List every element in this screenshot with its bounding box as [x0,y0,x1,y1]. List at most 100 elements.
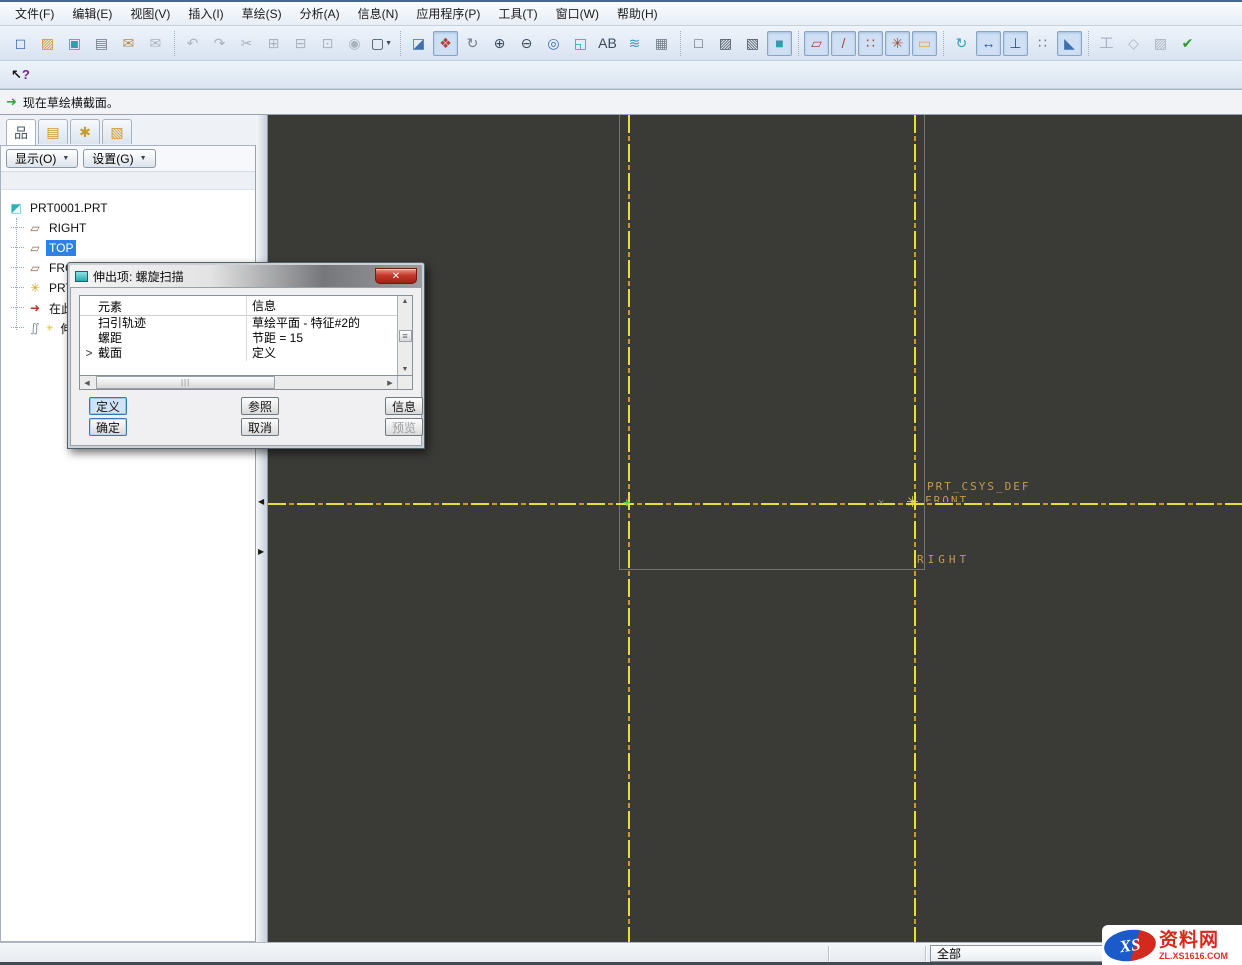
grid-display-button[interactable]: ∷ [1030,31,1055,56]
wireframe-button[interactable]: □ [686,31,711,56]
element-name: 扫引轨迹 [98,316,246,331]
shaded-icon: ■ [775,36,783,50]
refit-button[interactable]: ↻ [460,31,485,56]
tag-display-button[interactable]: ▭ [912,31,937,56]
axis-display-button[interactable]: / [831,31,856,56]
select-box-button[interactable]: ▢▼ [369,31,394,56]
print-button[interactable]: ▤ [89,31,114,56]
vertical-scrollbar[interactable]: ▲ ≡ ▼ [397,296,412,375]
sketch-view-button[interactable]: ◪ [406,31,431,56]
menu-sketch[interactable]: 草绘(S) [233,2,291,25]
menu-insert[interactable]: 插入(I) [179,2,232,25]
toolbar-group-display-style: □▨▧ ■ [680,31,796,56]
sketch-orient-icon: ↻ [956,36,968,50]
tab-connections[interactable]: ▧ [102,119,132,144]
stray-x-marker: × [878,498,884,509]
scroll-right-icon[interactable]: ▶ [383,379,397,387]
menu-view[interactable]: 视图(V) [121,2,179,25]
menu-edit[interactable]: 编辑(E) [63,2,121,25]
dialog-table-row[interactable]: 螺距节距 = 15 [80,331,397,346]
tree-item-label: RIGHT [46,220,89,236]
open-file-button[interactable]: ▨ [35,31,60,56]
no-hidden-button[interactable]: ▧ [740,31,765,56]
hidden-line-button[interactable]: ▨ [713,31,738,56]
datum-plane-icon: ▱ [28,261,42,275]
menubar: 文件(F)编辑(E)视图(V)插入(I)草绘(S)分析(A)信息(N)应用程序(… [0,2,1242,26]
scroll-down-icon[interactable]: ▼ [402,364,409,375]
dialog-table-row[interactable]: >截面定义 [80,346,397,361]
settings-dropdown[interactable]: 设置(G) ▼ [83,149,155,168]
status-bar: 全部 [0,942,1242,965]
show-dropdown-label: 显示(O) [15,150,56,167]
dialog-titlebar[interactable]: 伸出项: 螺旋扫描 ✕ [70,265,422,287]
tree-item-part[interactable]: ◩PRT0001.PRT [1,198,255,218]
info-button[interactable]: 信息 [385,397,423,415]
zoom-window-button[interactable]: ◎ [541,31,566,56]
scroll-up-icon[interactable]: ▲ [402,296,409,307]
menu-window[interactable]: 窗口(W) [547,2,608,25]
reorient-button[interactable]: ◱ [568,31,593,56]
watermark: XS 资料网 ZL.XS1616.COM [1102,925,1242,965]
settings-dropdown-label: 设置(G) [92,150,133,167]
menu-applications[interactable]: 应用程序(P) [407,2,489,25]
tab-favorites[interactable]: ✱ [70,119,100,144]
menu-analysis[interactable]: 分析(A) [291,2,349,25]
menu-help[interactable]: 帮助(H) [608,2,667,25]
zoom-in-button[interactable]: ⊕ [487,31,512,56]
undo-icon: ↶ [187,36,199,50]
vscroll-thumb[interactable]: ≡ [399,330,412,342]
dialog-table-row[interactable]: 扫引轨迹草绘平面 - 特征#2的 [80,316,397,331]
show-dropdown[interactable]: 显示(O) ▼ [6,149,78,168]
close-button[interactable]: ✕ [375,268,417,284]
menu-file[interactable]: 文件(F) [6,2,63,25]
sketch-orient-button[interactable]: ↻ [949,31,974,56]
zoom-out-button[interactable]: ⊖ [514,31,539,56]
cut-button: ✂ [234,31,259,56]
element-info: 草绘平面 - 特征#2的 [246,316,397,331]
dialog-buttons: 定义 确定 参照 取消 信息 预览 [79,397,413,439]
point-display-button[interactable]: ∷ [858,31,883,56]
hscroll-track[interactable]: ||| [94,376,383,389]
horizontal-scrollbar[interactable]: ◀ ||| ▶ [79,375,413,390]
toolbar-group-edit: ↶↷✂⊞⊟⊡◉▢▼ [174,31,398,56]
tab-folder-browser[interactable]: ▤ [38,119,68,144]
preview-button[interactable]: 预览 [385,418,423,436]
selection-filter-combo[interactable]: 全部 [930,945,1108,962]
graphics-area[interactable]: ✳ + × PRT_CSYS_DEF FRONT RIGHT [268,115,1242,942]
new-file-button[interactable]: ◻ [8,31,33,56]
table-rows: 扫引轨迹草绘平面 - 特征#2的螺距节距 = 15>截面定义 [80,316,397,361]
tab-model-tree[interactable]: 品 [6,119,36,146]
menu-tools[interactable]: 工具(T) [489,2,546,25]
dimension-display-button[interactable]: ↔ [976,31,1001,56]
save-button[interactable]: ▣ [62,31,87,56]
hscroll-thumb[interactable]: ||| [96,376,275,389]
watermark-brand: 资料网 [1159,930,1228,951]
plane-display-button[interactable]: ▱ [804,31,829,56]
accept-button[interactable]: ✔ [1175,31,1200,56]
csys-display-button[interactable]: ✳ [885,31,910,56]
context-help-button[interactable]: ↖? [6,64,35,86]
tree-item-right-plane[interactable]: ▱RIGHT [1,218,255,238]
email-button[interactable]: ✉ [116,31,141,56]
cancel-button[interactable]: 取消 [241,418,279,436]
named-views-button[interactable]: AB [595,31,620,56]
zoom-in-icon: ⊕ [494,36,506,50]
ok-button[interactable]: 确定 [89,418,127,436]
tree-item-top-plane[interactable]: ▱TOP [1,238,255,258]
element-name: 螺距 [98,331,246,346]
datum-graph-button[interactable]: ❖ [433,31,458,56]
csys-display-icon: ✳ [892,36,904,50]
define-button[interactable]: 定义 [89,397,127,415]
shaded-button[interactable]: ■ [767,31,792,56]
menu-info[interactable]: 信息(N) [349,2,408,25]
collapse-panel-icon[interactable]: ◀ [258,497,264,506]
scroll-left-icon[interactable]: ◀ [80,379,94,387]
datum-plane-icon: ▱ [28,241,42,255]
vertex-display-button[interactable]: ◣ [1057,31,1082,56]
panel-splitter[interactable]: ◀ ▶ [256,115,268,942]
expand-panel-icon[interactable]: ▶ [258,547,264,556]
references-button[interactable]: 参照 [241,397,279,415]
constraint-display-button[interactable]: ⊥ [1003,31,1028,56]
layers-button[interactable]: ≋ [622,31,647,56]
view-manager-button[interactable]: ▦ [649,31,674,56]
